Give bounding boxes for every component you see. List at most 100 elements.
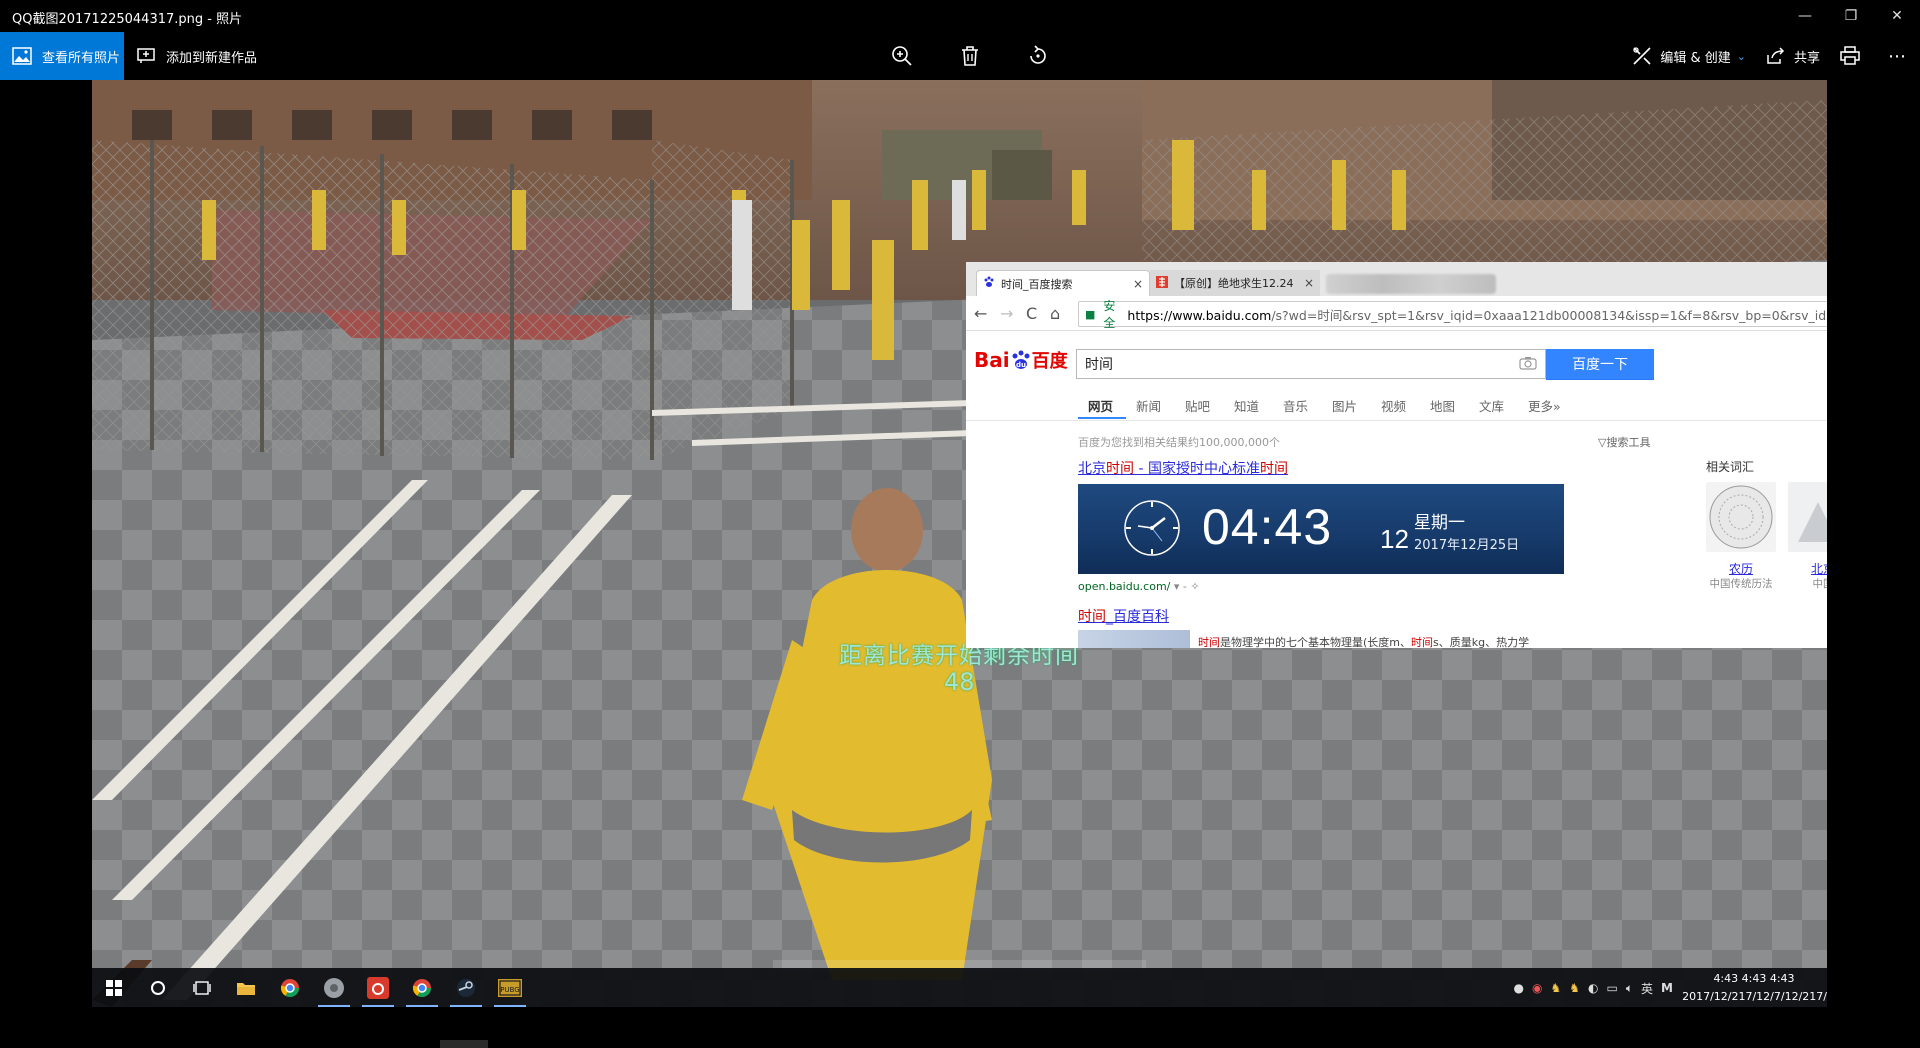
add-to-creation-button[interactable]: 添加到新建作品 <box>136 32 257 80</box>
network-icon[interactable]: ▭ <box>1606 981 1617 995</box>
forum-favicon-icon <box>1156 275 1168 291</box>
trash-icon <box>962 46 978 66</box>
chrome-button[interactable] <box>268 968 312 1007</box>
print-button[interactable] <box>1830 32 1878 80</box>
search-button[interactable]: 百度一下 <box>1546 349 1654 380</box>
netease-music-icon <box>367 977 389 999</box>
tab-map[interactable]: 地图 <box>1430 396 1455 415</box>
tab-label: 【原创】绝地求生12.24 <box>1174 277 1294 290</box>
edit-create-button[interactable]: 编辑 & 创建 ⌄ <box>1622 32 1756 80</box>
result-1-url[interactable]: open.baidu.com/ ▾ - ✧ <box>1078 580 1200 593</box>
tab-news[interactable]: 新闻 <box>1136 396 1161 415</box>
share-button[interactable]: 共享 <box>1756 32 1830 80</box>
netease-music-button[interactable] <box>356 968 400 1007</box>
url-text: https://www.baidu.com/s?wd=时间&rsv_spt=1&… <box>1127 305 1827 324</box>
steam-button[interactable] <box>444 968 488 1007</box>
cortana-button[interactable] <box>136 968 180 1007</box>
result-1-title[interactable]: 北京时间 - 国家授时中心标准时间 <box>1078 458 1288 478</box>
rotate-button[interactable] <box>1004 32 1072 80</box>
tab-forum-post[interactable]: 【原创】绝地求生12.24 × <box>1150 270 1320 296</box>
result-2-thumbnail[interactable] <box>1078 630 1190 648</box>
tab-more[interactable]: 更多» <box>1528 396 1561 415</box>
netease-tray-icon[interactable]: ◉ <box>1532 981 1542 995</box>
rotate-icon <box>1030 45 1046 64</box>
camera-icon[interactable] <box>1519 356 1537 374</box>
qq-tray-icon-2[interactable]: ♞ <box>1569 981 1580 995</box>
tab-close-icon[interactable]: × <box>1133 277 1143 291</box>
file-explorer-button[interactable] <box>224 968 268 1007</box>
app-button-grey[interactable] <box>312 968 356 1007</box>
pubg-icon: PUBG <box>498 979 522 997</box>
system-tray: ● ◉ ♞ ♞ ◐ ▭ 🔈︎ 英 M <box>1510 968 1678 1007</box>
taskbar-clock[interactable]: 4:43 4:43 4:43 2017/12/217/12/7/12/217/ <box>1681 970 1827 1007</box>
tab-baidu-search[interactable]: 时间_百度搜索 × <box>976 270 1150 296</box>
qq-tray-icon[interactable]: ♞ <box>1550 981 1561 995</box>
forward-arrow-icon[interactable]: → <box>1000 304 1013 323</box>
view-all-photos-label: 查看所有照片 <box>42 50 121 66</box>
baidu-logo[interactable]: Bai du 百度 <box>974 347 1068 373</box>
zoom-button[interactable] <box>868 32 936 80</box>
lunar-calendar-icon <box>1706 482 1776 552</box>
window-title: QQ截图20171225044317.png - 照片 <box>12 12 243 27</box>
clock-date: 2017/12/217/12/7/12/217/ <box>1682 990 1827 1003</box>
print-icon <box>1840 46 1860 65</box>
window-controls: — ❐ ✕ <box>1782 0 1920 32</box>
cortana-circle-icon <box>151 981 165 995</box>
share-icon <box>1767 47 1785 64</box>
close-button[interactable]: ✕ <box>1874 0 1920 32</box>
result-count: 百度为您找到相关结果约100,000,000个 <box>1078 436 1280 449</box>
snippet-highlight: 时间 <box>1411 636 1434 648</box>
result-2-title[interactable]: 时间_百度百科 <box>1078 606 1169 626</box>
date-label: 2017年12月25日 <box>1414 538 1520 553</box>
pubg-button[interactable]: PUBG <box>488 968 532 1007</box>
tab-video[interactable]: 视频 <box>1381 396 1406 415</box>
shield-icon[interactable]: ● <box>1514 981 1524 995</box>
reload-icon[interactable]: C <box>1026 304 1037 323</box>
restore-button[interactable]: ❐ <box>1828 0 1874 32</box>
address-bar[interactable]: ■ 安全 https://www.baidu.com/s?wd=时间&rsv_s… <box>1078 299 1827 330</box>
delete-button[interactable] <box>936 32 1004 80</box>
search-tools-label: 搜索工具 <box>1606 436 1651 449</box>
related-item[interactable]: 北京 中国 <box>1788 482 1827 592</box>
tab-images[interactable]: 图片 <box>1332 396 1357 415</box>
url-text: open.baidu.com/ <box>1078 580 1171 593</box>
blurred-tab[interactable] <box>1326 274 1496 294</box>
search-input[interactable]: 时间 <box>1076 349 1546 379</box>
filmstrip-handle[interactable] <box>440 1040 488 1048</box>
steam-icon <box>457 979 475 997</box>
view-all-photos-button[interactable]: 查看所有照片 <box>0 32 124 80</box>
minimize-button[interactable]: — <box>1782 0 1828 32</box>
toolbar-right-actions: 编辑 & 创建 ⌄ 共享 ⋯ <box>1622 32 1920 80</box>
tab-label: 时间_百度搜索 <box>1001 277 1073 291</box>
volume-icon[interactable]: 🔈︎ <box>1626 981 1633 996</box>
tab-zhidao[interactable]: 知道 <box>1234 396 1259 415</box>
task-view-button[interactable] <box>180 968 224 1007</box>
more-button[interactable]: ⋯ <box>1878 32 1920 80</box>
tab-tieba[interactable]: 贴吧 <box>1185 396 1210 415</box>
url-tools[interactable]: ▾ - ✧ <box>1174 580 1200 593</box>
browser-window: 时间_百度搜索 × 【原创】绝地求生12.24 × ← → C ⌂ ■ 安全 h… <box>966 262 1827 648</box>
steam-tray-icon[interactable]: ◐ <box>1588 981 1598 995</box>
paw-icon: du <box>1012 350 1030 369</box>
tab-wenku[interactable]: 文库 <box>1479 396 1504 415</box>
back-arrow-icon[interactable]: ← <box>974 304 987 323</box>
input-method[interactable]: M <box>1661 981 1673 995</box>
window-titlebar: QQ截图20171225044317.png - 照片 — ❐ ✕ <box>0 0 1920 32</box>
related-item-name[interactable]: 农历 <box>1706 560 1776 577</box>
baidu-favicon-icon <box>983 276 995 291</box>
analog-clock-icon <box>1124 500 1180 556</box>
edit-create-label: 编辑 & 创建 <box>1660 50 1731 66</box>
chrome-active-button[interactable] <box>400 968 444 1007</box>
related-item-name[interactable]: 北京 <box>1788 560 1827 577</box>
chevron-down-icon: ⌄ <box>1736 49 1746 63</box>
url-path: /s?wd=时间&rsv_spt=1&rsv_iqid=0xaaa121db00… <box>1271 307 1827 323</box>
tab-web[interactable]: 网页 <box>1088 396 1113 415</box>
search-tools-button[interactable]: ▽搜索工具 <box>1598 434 1650 450</box>
tab-close-icon[interactable]: × <box>1304 276 1314 290</box>
add-creation-icon <box>137 48 155 63</box>
tab-music[interactable]: 音乐 <box>1283 396 1308 415</box>
input-language[interactable]: 英 <box>1641 980 1653 997</box>
home-icon[interactable]: ⌂ <box>1050 304 1060 323</box>
start-button[interactable] <box>92 968 136 1007</box>
related-item[interactable]: 农历 中国传统历法 <box>1706 482 1776 592</box>
